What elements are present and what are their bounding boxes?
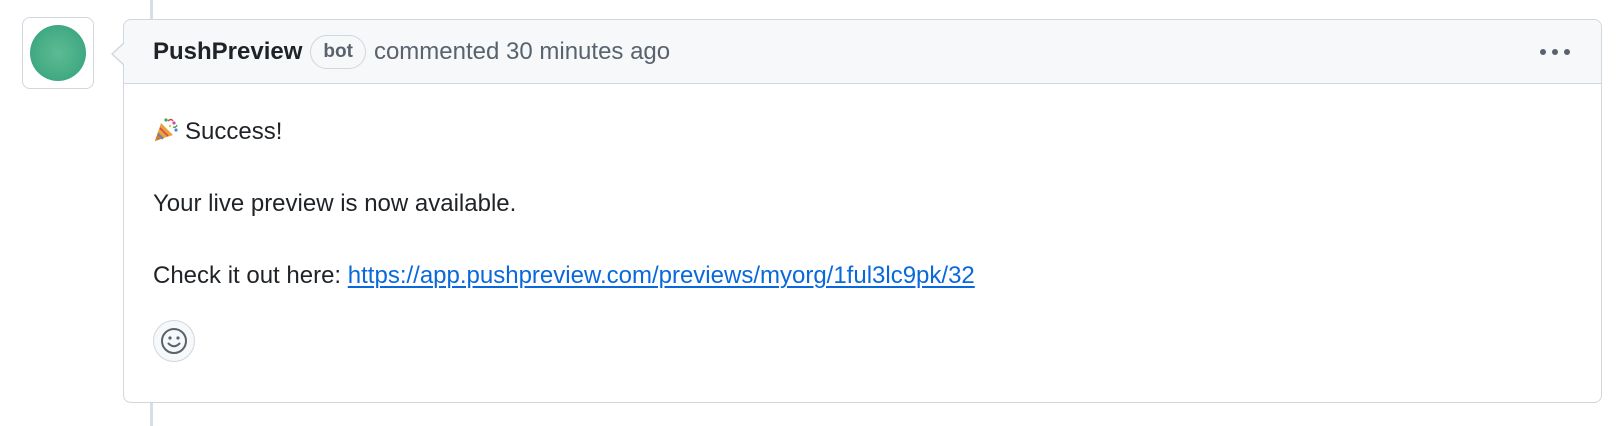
avatar-image[interactable] bbox=[30, 25, 86, 81]
comment-body: Success! Your live preview is now availa… bbox=[124, 84, 1601, 294]
success-text: Success! bbox=[185, 118, 283, 145]
preview-available-text: Your live preview is now available. bbox=[153, 190, 517, 217]
comment-author-link[interactable]: PushPreview bbox=[153, 38, 302, 66]
link-prefix: Check it out here: bbox=[153, 262, 342, 289]
preview-link[interactable]: https://app.pushpreview.com/previews/myo… bbox=[348, 262, 975, 289]
bot-badge: bot bbox=[310, 34, 366, 69]
kebab-horizontal-icon bbox=[1540, 49, 1570, 55]
comment-header: PushPreview bot commented 30 minutes ago bbox=[124, 20, 1601, 84]
avatar[interactable] bbox=[22, 17, 94, 89]
timeline-page: PushPreview bot commented 30 minutes ago bbox=[0, 0, 1622, 426]
party-popper-icon bbox=[155, 118, 178, 141]
comment-card: PushPreview bot commented 30 minutes ago bbox=[111, 19, 1602, 403]
comment-options-button[interactable] bbox=[1535, 38, 1575, 66]
comment-timestamp[interactable]: commented 30 minutes ago bbox=[374, 38, 670, 66]
preview-link-paragraph: Check it out here: https://app.pushprevi… bbox=[153, 258, 1572, 294]
add-reaction-button[interactable] bbox=[153, 320, 195, 362]
smiley-icon bbox=[161, 328, 187, 354]
success-heading: Success! bbox=[153, 114, 1572, 150]
